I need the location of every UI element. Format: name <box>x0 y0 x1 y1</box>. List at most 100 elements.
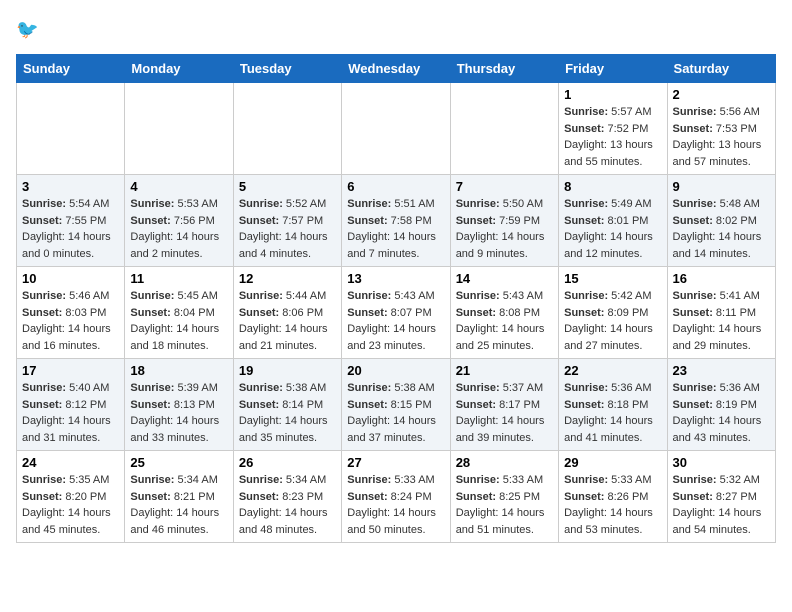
day-info: Sunrise: 5:51 AMSunset: 7:58 PMDaylight:… <box>347 196 444 262</box>
day-info: Sunrise: 5:46 AMSunset: 8:03 PMDaylight:… <box>22 288 119 354</box>
weekday-header-monday: Monday <box>125 55 233 83</box>
weekday-header-wednesday: Wednesday <box>342 55 450 83</box>
day-info: Sunrise: 5:35 AMSunset: 8:20 PMDaylight:… <box>22 472 119 538</box>
week-row-2: 3 Sunrise: 5:54 AMSunset: 7:55 PMDaylight… <box>17 175 776 267</box>
logo: 🐦 <box>16 16 48 44</box>
calendar-cell: 30 Sunrise: 5:32 AMSunset: 8:27 PMDayligh… <box>667 451 775 543</box>
calendar-cell: 12Sunrise: 5:44 AMSunset: 8:06 PMDayligh… <box>233 267 341 359</box>
calendar-cell: 5 Sunrise: 5:52 AMSunset: 7:57 PMDaylight… <box>233 175 341 267</box>
calendar-cell <box>233 83 341 175</box>
header: 🐦 <box>16 16 776 44</box>
weekday-header-thursday: Thursday <box>450 55 558 83</box>
day-info: Sunrise: 5:43 AMSunset: 8:08 PMDaylight:… <box>456 288 553 354</box>
day-info: Sunrise: 5:36 AMSunset: 8:18 PMDaylight:… <box>564 380 661 446</box>
calendar-cell: 27 Sunrise: 5:33 AMSunset: 8:24 PMDayligh… <box>342 451 450 543</box>
calendar-cell: 29 Sunrise: 5:33 AMSunset: 8:26 PMDayligh… <box>559 451 667 543</box>
calendar-cell: 17 Sunrise: 5:40 AMSunset: 8:12 PMDayligh… <box>17 359 125 451</box>
day-number: 16 <box>673 271 770 286</box>
calendar-cell: 24 Sunrise: 5:35 AMSunset: 8:20 PMDayligh… <box>17 451 125 543</box>
day-info: Sunrise: 5:36 AMSunset: 8:19 PMDaylight:… <box>673 380 770 446</box>
calendar-cell: 6 Sunrise: 5:51 AMSunset: 7:58 PMDaylight… <box>342 175 450 267</box>
day-info: Sunrise: 5:34 AMSunset: 8:23 PMDaylight:… <box>239 472 336 538</box>
day-number: 9 <box>673 179 770 194</box>
day-number: 18 <box>130 363 227 378</box>
day-info: Sunrise: 5:34 AMSunset: 8:21 PMDaylight:… <box>130 472 227 538</box>
day-number: 1 <box>564 87 661 102</box>
calendar-cell: 3 Sunrise: 5:54 AMSunset: 7:55 PMDaylight… <box>17 175 125 267</box>
day-number: 8 <box>564 179 661 194</box>
day-number: 27 <box>347 455 444 470</box>
calendar-cell: 28 Sunrise: 5:33 AMSunset: 8:25 PMDayligh… <box>450 451 558 543</box>
day-info: Sunrise: 5:56 AMSunset: 7:53 PMDaylight:… <box>673 104 770 170</box>
day-info: Sunrise: 5:54 AMSunset: 7:55 PMDaylight:… <box>22 196 119 262</box>
calendar-cell: 7Sunrise: 5:50 AMSunset: 7:59 PMDaylight… <box>450 175 558 267</box>
day-number: 28 <box>456 455 553 470</box>
weekday-header-tuesday: Tuesday <box>233 55 341 83</box>
day-info: Sunrise: 5:37 AMSunset: 8:17 PMDaylight:… <box>456 380 553 446</box>
week-row-1: 1 Sunrise: 5:57 AMSunset: 7:52 PMDaylight… <box>17 83 776 175</box>
day-info: Sunrise: 5:52 AMSunset: 7:57 PMDaylight:… <box>239 196 336 262</box>
calendar-cell: 8 Sunrise: 5:49 AMSunset: 8:01 PMDaylight… <box>559 175 667 267</box>
day-info: Sunrise: 5:44 AMSunset: 8:06 PMDaylight:… <box>239 288 336 354</box>
day-number: 21 <box>456 363 553 378</box>
weekday-header-sunday: Sunday <box>17 55 125 83</box>
calendar-cell: 19 Sunrise: 5:38 AMSunset: 8:14 PMDayligh… <box>233 359 341 451</box>
calendar-cell: 14Sunrise: 5:43 AMSunset: 8:08 PMDayligh… <box>450 267 558 359</box>
calendar-cell: 15 Sunrise: 5:42 AMSunset: 8:09 PMDayligh… <box>559 267 667 359</box>
day-info: Sunrise: 5:49 AMSunset: 8:01 PMDaylight:… <box>564 196 661 262</box>
day-number: 5 <box>239 179 336 194</box>
day-number: 6 <box>347 179 444 194</box>
calendar-cell: 9 Sunrise: 5:48 AMSunset: 8:02 PMDaylight… <box>667 175 775 267</box>
day-info: Sunrise: 5:38 AMSunset: 8:14 PMDaylight:… <box>239 380 336 446</box>
day-number: 7 <box>456 179 553 194</box>
day-info: Sunrise: 5:41 AMSunset: 8:11 PMDaylight:… <box>673 288 770 354</box>
day-info: Sunrise: 5:33 AMSunset: 8:25 PMDaylight:… <box>456 472 553 538</box>
weekday-header-friday: Friday <box>559 55 667 83</box>
day-number: 13 <box>347 271 444 286</box>
day-info: Sunrise: 5:33 AMSunset: 8:26 PMDaylight:… <box>564 472 661 538</box>
day-number: 17 <box>22 363 119 378</box>
day-info: Sunrise: 5:48 AMSunset: 8:02 PMDaylight:… <box>673 196 770 262</box>
day-info: Sunrise: 5:57 AMSunset: 7:52 PMDaylight:… <box>564 104 661 170</box>
day-number: 11 <box>130 271 227 286</box>
day-number: 22 <box>564 363 661 378</box>
calendar-cell: 20 Sunrise: 5:38 AMSunset: 8:15 PMDayligh… <box>342 359 450 451</box>
day-info: Sunrise: 5:32 AMSunset: 8:27 PMDaylight:… <box>673 472 770 538</box>
day-info: Sunrise: 5:53 AMSunset: 7:56 PMDaylight:… <box>130 196 227 262</box>
calendar-cell: 16 Sunrise: 5:41 AMSunset: 8:11 PMDayligh… <box>667 267 775 359</box>
day-number: 10 <box>22 271 119 286</box>
day-number: 3 <box>22 179 119 194</box>
day-info: Sunrise: 5:33 AMSunset: 8:24 PMDaylight:… <box>347 472 444 538</box>
day-number: 23 <box>673 363 770 378</box>
calendar-cell <box>450 83 558 175</box>
day-number: 24 <box>22 455 119 470</box>
day-info: Sunrise: 5:39 AMSunset: 8:13 PMDaylight:… <box>130 380 227 446</box>
weekday-header-row: SundayMondayTuesdayWednesdayThursdayFrid… <box>17 55 776 83</box>
calendar-body: 1 Sunrise: 5:57 AMSunset: 7:52 PMDaylight… <box>17 83 776 543</box>
calendar-cell: 13 Sunrise: 5:43 AMSunset: 8:07 PMDayligh… <box>342 267 450 359</box>
calendar-cell: 25Sunrise: 5:34 AMSunset: 8:21 PMDayligh… <box>125 451 233 543</box>
calendar-cell <box>125 83 233 175</box>
day-info: Sunrise: 5:42 AMSunset: 8:09 PMDaylight:… <box>564 288 661 354</box>
calendar-cell: 10 Sunrise: 5:46 AMSunset: 8:03 PMDayligh… <box>17 267 125 359</box>
calendar-cell <box>17 83 125 175</box>
week-row-3: 10 Sunrise: 5:46 AMSunset: 8:03 PMDayligh… <box>17 267 776 359</box>
day-number: 26 <box>239 455 336 470</box>
day-info: Sunrise: 5:38 AMSunset: 8:15 PMDaylight:… <box>347 380 444 446</box>
calendar-cell: 11Sunrise: 5:45 AMSunset: 8:04 PMDayligh… <box>125 267 233 359</box>
calendar-cell: 26 Sunrise: 5:34 AMSunset: 8:23 PMDayligh… <box>233 451 341 543</box>
day-number: 30 <box>673 455 770 470</box>
calendar-cell: 2 Sunrise: 5:56 AMSunset: 7:53 PMDaylight… <box>667 83 775 175</box>
calendar-cell: 23 Sunrise: 5:36 AMSunset: 8:19 PMDayligh… <box>667 359 775 451</box>
day-number: 20 <box>347 363 444 378</box>
calendar-cell: 22 Sunrise: 5:36 AMSunset: 8:18 PMDayligh… <box>559 359 667 451</box>
day-info: Sunrise: 5:43 AMSunset: 8:07 PMDaylight:… <box>347 288 444 354</box>
day-number: 19 <box>239 363 336 378</box>
day-number: 15 <box>564 271 661 286</box>
day-number: 29 <box>564 455 661 470</box>
day-number: 2 <box>673 87 770 102</box>
calendar-cell: 18 Sunrise: 5:39 AMSunset: 8:13 PMDayligh… <box>125 359 233 451</box>
day-info: Sunrise: 5:40 AMSunset: 8:12 PMDaylight:… <box>22 380 119 446</box>
calendar-cell: 21 Sunrise: 5:37 AMSunset: 8:17 PMDayligh… <box>450 359 558 451</box>
weekday-header-saturday: Saturday <box>667 55 775 83</box>
